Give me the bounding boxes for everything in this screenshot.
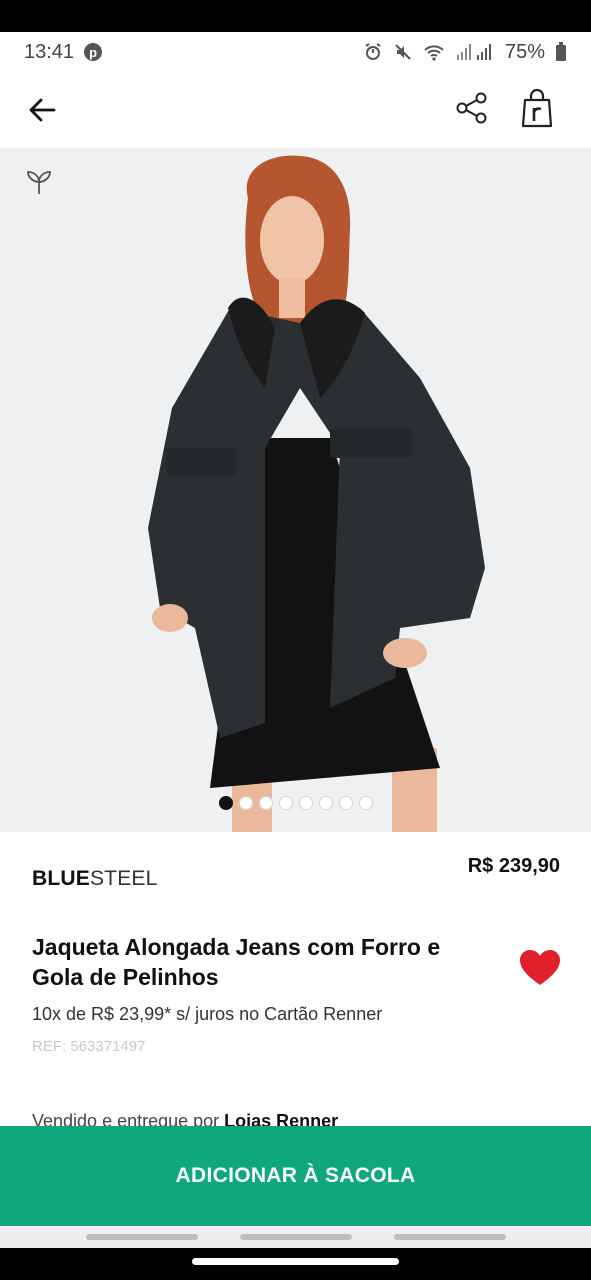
- status-time: 13:41: [24, 40, 75, 63]
- battery-percent: 75%: [504, 40, 545, 63]
- carousel-dot[interactable]: [238, 796, 253, 810]
- carousel-dot[interactable]: [358, 796, 373, 810]
- carousel-dot[interactable]: [338, 796, 353, 810]
- battery-icon: [556, 42, 566, 61]
- scroll-segment: [240, 1234, 352, 1240]
- carousel-dot[interactable]: [258, 796, 273, 810]
- camera-cutout-bar: [0, 0, 591, 32]
- installments-info: 10x de R$ 23,99* s/ juros no Cartão Renn…: [32, 1004, 383, 1024]
- signal-icon: [456, 44, 491, 60]
- app-bar: [0, 72, 591, 149]
- product-photo: [148, 155, 485, 832]
- leaf-icon: [27, 171, 51, 194]
- shopping-bag-icon: [521, 88, 553, 128]
- favorite-button[interactable]: [518, 948, 562, 988]
- carousel-dot[interactable]: [318, 796, 333, 810]
- scroll-segment: [86, 1234, 198, 1240]
- carousel-dot[interactable]: [218, 796, 233, 810]
- heart-icon: [520, 950, 560, 985]
- carousel-dot[interactable]: [278, 796, 293, 810]
- product-image-carousel[interactable]: [0, 148, 591, 832]
- home-indicator[interactable]: [192, 1258, 399, 1265]
- wifi-icon: [424, 45, 444, 61]
- share-button[interactable]: [450, 86, 494, 130]
- back-button[interactable]: [22, 90, 62, 130]
- carousel-indicator: [0, 796, 591, 810]
- alarm-icon: [365, 43, 381, 60]
- brand-bold-part: BLUE: [32, 867, 90, 890]
- scroll-segment: [394, 1234, 506, 1240]
- product-ref: REF: 563371497: [32, 1038, 146, 1055]
- status-bar: 13:41 p 75%: [0, 32, 591, 72]
- mute-icon: [395, 44, 411, 60]
- add-to-bag-label: ADICIONAR À SACOLA: [175, 1164, 416, 1187]
- product-title: Jaqueta Alongada Jeans com Forro e Gola …: [32, 934, 441, 990]
- brand-thin-part: STEEL: [89, 867, 158, 890]
- brand-name[interactable]: BLUESTEEL: [32, 867, 158, 891]
- shopping-bag-button[interactable]: [514, 84, 560, 132]
- carousel-dot[interactable]: [298, 796, 313, 810]
- pinterest-icon: p: [84, 43, 103, 61]
- product-price: R$ 239,90: [467, 855, 560, 877]
- add-to-bag-button[interactable]: ADICIONAR À SACOLA: [0, 1126, 591, 1226]
- share-icon: [456, 92, 487, 124]
- back-arrow-icon: [29, 98, 56, 122]
